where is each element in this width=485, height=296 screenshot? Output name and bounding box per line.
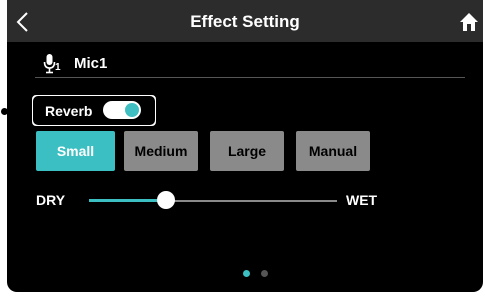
reverb-label: Reverb <box>45 103 93 119</box>
divider <box>35 77 465 78</box>
reverb-toggle[interactable] <box>103 101 141 119</box>
header-bar: Effect Setting <box>7 0 483 42</box>
reverb-type-large-button[interactable]: Large <box>210 131 284 171</box>
dry-label: DRY <box>36 192 66 208</box>
channel-number: 1 <box>55 62 61 73</box>
reverb-type-medium-button[interactable]: Medium <box>124 131 198 171</box>
channel-name: Mic1 <box>74 55 108 72</box>
channel-row: 1 Mic1 <box>43 52 463 76</box>
reverb-type-small-button[interactable]: Small <box>36 131 115 171</box>
page-indicator-active[interactable] <box>243 270 250 277</box>
page-title: Effect Setting <box>190 12 300 31</box>
mix-slider-thumb[interactable] <box>156 191 175 209</box>
callout-line <box>4 111 32 112</box>
mix-slider-fill <box>89 199 166 202</box>
wet-label: WET <box>346 192 378 208</box>
page-indicator-inactive[interactable] <box>261 270 268 277</box>
device-screen: Effect Setting 1 Mic1 Reverb Small Mediu… <box>7 0 483 292</box>
home-icon[interactable] <box>459 12 479 32</box>
reverb-type-manual-button[interactable]: Manual <box>296 131 370 171</box>
toggle-knob <box>125 103 139 117</box>
